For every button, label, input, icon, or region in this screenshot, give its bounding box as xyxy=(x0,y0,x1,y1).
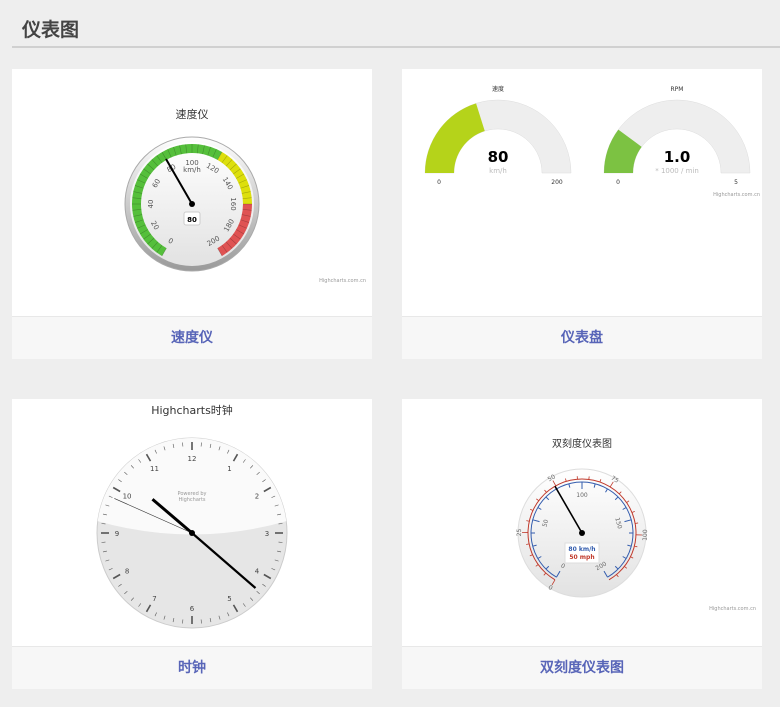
gauge-unit: * 1000 / min xyxy=(655,167,699,175)
gauge-unit: km/h xyxy=(489,167,507,175)
hour-number: 12 xyxy=(188,455,197,463)
mph-readout: 50 mph xyxy=(569,554,594,561)
gauge-min: 0 xyxy=(616,179,620,186)
title-divider xyxy=(12,46,780,48)
tick-label: 160 xyxy=(229,197,237,210)
value-label: 80 xyxy=(187,216,197,224)
solid-gauge-chart: 速度 80km/h 0 200 RPM 1.0* 1000 / min 0 5 Highchar… xyxy=(424,85,760,198)
gauge-value: 80 xyxy=(488,148,509,166)
clock-highlight xyxy=(97,438,287,535)
gauge-title: RPM xyxy=(671,86,684,93)
card-link-dual-axes[interactable]: 双刻度仪表图 xyxy=(402,646,762,689)
unit-label: km/h xyxy=(183,166,201,174)
hour-number: 11 xyxy=(150,465,159,473)
clock-chart: Highcharts时钟121234567891011Powered byHig… xyxy=(96,403,288,629)
gauge-min: 0 xyxy=(437,179,441,186)
hour-number: 6 xyxy=(190,605,195,613)
hour-number: 10 xyxy=(123,493,132,501)
clock-pivot xyxy=(189,530,195,536)
gauge-title: 速度 xyxy=(492,85,504,93)
mph-tick xyxy=(635,522,639,524)
mph-tick-label: 25 xyxy=(516,528,523,536)
card-solid-gauge[interactable]: 速度 80 km/h 0 200 RPM 1.0 * 1000 / min 0 5 Highchar… xyxy=(402,69,762,359)
hour-number: 8 xyxy=(125,568,129,576)
card-link-speedometer[interactable]: 速度仪 xyxy=(12,316,372,359)
chart-title: 双刻度仪表图 xyxy=(552,437,612,450)
chart-title: Highcharts时钟 xyxy=(151,403,233,417)
needle-pivot xyxy=(579,530,585,536)
kmh-readout: 80 km/h xyxy=(568,546,595,553)
needle-pivot xyxy=(189,201,195,207)
hour-number: 5 xyxy=(227,595,231,603)
gauge-value: 1.0 xyxy=(664,148,691,166)
hour-number: 9 xyxy=(115,530,119,538)
page-title: 仪表图 xyxy=(22,19,80,41)
card-clock[interactable]: Highcharts时钟 12 1 2 3 4 5 6 7 8 9 10 11 Powered by Hig… xyxy=(12,399,372,689)
credit-link: Highcharts.com.cn xyxy=(319,278,366,284)
hour-number: 7 xyxy=(152,595,156,603)
hour-number: 2 xyxy=(255,493,259,501)
credit-link: Highcharts.com.cn xyxy=(709,606,756,612)
hour-number: 3 xyxy=(265,530,269,538)
hour-number: 4 xyxy=(255,568,260,576)
speedometer-chart: 速度仪020406080100120140160180200km/h80High… xyxy=(124,107,366,284)
card-link-solid-gauge[interactable]: 仪表盘 xyxy=(402,316,762,359)
mph-tick-label: 100 xyxy=(642,529,649,541)
gauge-max: 200 xyxy=(551,179,563,186)
hour-number: 1 xyxy=(227,465,231,473)
gauge-max: 5 xyxy=(734,179,738,186)
card-dual-axes-gauge[interactable]: 双刻度仪表图 0 50 100 150 200 0 25 50 75 100 80 km/h 50 mp… xyxy=(402,399,762,689)
chart-title: 速度仪 xyxy=(176,107,209,121)
dual-axes-gauge-chart: 双刻度仪表图05010015020002550 7510080 km/h50 mp… xyxy=(516,437,756,612)
tick-label: 40 xyxy=(147,200,155,209)
powered-by-label: Highcharts xyxy=(178,497,205,503)
kmh-tick-label: 100 xyxy=(576,492,588,499)
credit-link: Highcharts.com.cn xyxy=(713,192,760,198)
card-speedometer[interactable]: 速度仪020406080100120140160180200km/h80High… xyxy=(12,69,372,359)
card-link-clock[interactable]: 时钟 xyxy=(12,646,372,689)
